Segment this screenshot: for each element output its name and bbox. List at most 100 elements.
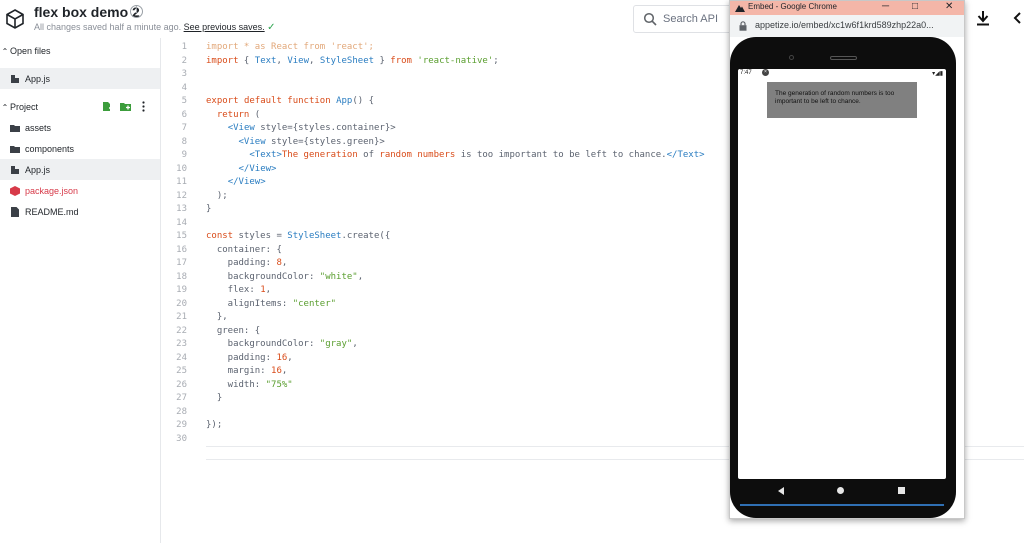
popup-url-text: appetize.io/embed/xc1w6f1krd589zhp22a0..… — [755, 20, 934, 30]
code-token: flex: — [206, 285, 261, 295]
code-token: }); — [206, 420, 223, 430]
save-status-text: All changes saved half a minute ago. — [34, 22, 182, 32]
code-token: , — [276, 55, 288, 66]
code-text: const styles = StyleSheet.create({ — [206, 230, 390, 244]
js-file-icon — [11, 74, 19, 83]
code-text: margin: 16, — [206, 365, 288, 379]
line-number: 23 — [176, 339, 187, 349]
code-token: container: { — [206, 244, 282, 255]
expo-snack-logo-icon[interactable] — [4, 8, 26, 30]
code-token: </Text> — [666, 150, 705, 160]
line-number: 3 — [181, 69, 187, 79]
code-token: padding: — [206, 352, 277, 363]
code-text: width: "75%" — [206, 379, 293, 393]
phone-screen[interactable]: 7:47 × ▾◢▮ The generation of random numb… — [738, 69, 946, 479]
project-item-readme[interactable]: README.md — [0, 201, 160, 222]
line-number: 13 — [176, 204, 187, 214]
code-text: container: { — [206, 244, 282, 258]
back-icon[interactable] — [777, 487, 785, 495]
signal-battery-icon: ▾◢▮ — [932, 71, 943, 77]
project-item-label: App.js — [25, 164, 51, 175]
close-button[interactable]: ✕ — [945, 1, 953, 12]
line-number: 20 — [176, 298, 187, 309]
search-icon — [643, 12, 657, 26]
code-token: } — [206, 204, 212, 214]
code-token: 16 — [271, 366, 282, 376]
maximize-button[interactable]: □ — [912, 1, 918, 12]
status-time: 7:47 — [740, 70, 752, 76]
lock-icon — [739, 21, 747, 31]
code-text: } — [206, 392, 222, 406]
code-token: margin: — [206, 366, 272, 376]
code-token: is too important to be left to chance. — [460, 150, 667, 160]
line-number: 12 — [176, 190, 187, 201]
minimize-button[interactable]: ─ — [882, 1, 889, 12]
code-token: style={styles.green}> — [265, 136, 385, 147]
new-file-icon[interactable] — [102, 101, 113, 112]
popup-window-title: Embed - Google Chrome — [748, 2, 837, 11]
project-item-package-json[interactable]: package.json — [0, 180, 160, 201]
code-token: Text — [254, 55, 277, 66]
project-section-header[interactable]: ⌃ Project — [0, 98, 38, 116]
code-token: </View> — [238, 163, 277, 174]
phone-camera — [789, 55, 794, 60]
line-number: 19 — [176, 285, 187, 295]
code-token: alignItems: — [206, 298, 293, 309]
code-token: }, — [206, 312, 228, 322]
code-token: View — [287, 55, 309, 66]
home-icon[interactable] — [837, 487, 844, 494]
code-token: 16 — [276, 352, 288, 363]
info-icon[interactable]: i — [130, 5, 143, 18]
code-text: import { Text, View, StyleSheet } from '… — [206, 55, 499, 69]
code-text: backgroundColor: "gray", — [206, 338, 358, 352]
line-number: 21 — [176, 312, 187, 322]
chevron-down-icon: ⌃ — [1, 46, 9, 56]
code-text: alignItems: "center" — [206, 298, 336, 312]
code-text: padding: 8, — [206, 257, 288, 271]
line-number: 27 — [176, 393, 187, 403]
code-token: StyleSheet — [319, 55, 375, 66]
code-token: default — [243, 96, 282, 106]
folder-icon — [10, 124, 20, 132]
open-files-section-header[interactable]: ⌃ Open files — [0, 42, 51, 60]
project-item-components[interactable]: components — [0, 138, 160, 159]
project-toolbar — [102, 101, 149, 112]
code-text: padding: 16, — [206, 352, 293, 366]
open-file-label: App.js — [25, 73, 51, 84]
project-label: Project — [10, 102, 39, 112]
code-text: return ( — [206, 109, 260, 123]
line-number: 28 — [176, 406, 187, 417]
code-text: }); — [206, 419, 222, 433]
line-number: 14 — [176, 217, 187, 228]
recent-apps-icon[interactable] — [898, 487, 905, 494]
npm-package-icon — [10, 185, 20, 196]
open-file-app-js[interactable]: App.js — [0, 68, 160, 89]
project-item-assets[interactable]: assets — [0, 117, 160, 138]
code-text: flex: 1, — [206, 284, 271, 298]
project-item-app-js[interactable]: App.js — [0, 159, 160, 180]
project-title[interactable]: flex box demo 2 — [34, 4, 140, 20]
gray-view: The generation of random numbers is too … — [767, 82, 917, 118]
download-icon[interactable] — [976, 10, 990, 26]
code-token: , — [309, 55, 320, 66]
phone-status-bar: 7:47 × ▾◢▮ — [738, 69, 946, 78]
code-text: <View style={styles.container}> — [206, 122, 396, 136]
project-item-label: components — [25, 143, 75, 154]
chevron-left-icon[interactable] — [1012, 11, 1022, 25]
code-token: , — [281, 258, 288, 268]
line-number: 6 — [181, 109, 187, 120]
project-item-label: README.md — [25, 206, 79, 217]
popup-address-bar[interactable]: appetize.io/embed/xc1w6f1krd589zhp22a0..… — [730, 15, 964, 37]
code-token: "center" — [292, 298, 337, 309]
new-folder-icon[interactable] — [120, 101, 131, 112]
js-file-icon — [11, 165, 19, 174]
line-number: 2 — [181, 55, 187, 66]
file-sidebar: ⌃ Open files App.js ⌃ Project assets com… — [0, 38, 161, 543]
previous-saves-link[interactable]: See previous saves. — [184, 22, 265, 32]
more-options-icon[interactable] — [138, 101, 149, 112]
line-number: 22 — [176, 325, 187, 336]
code-token: of — [363, 150, 374, 160]
search-api-input[interactable]: Search API — [633, 5, 743, 33]
